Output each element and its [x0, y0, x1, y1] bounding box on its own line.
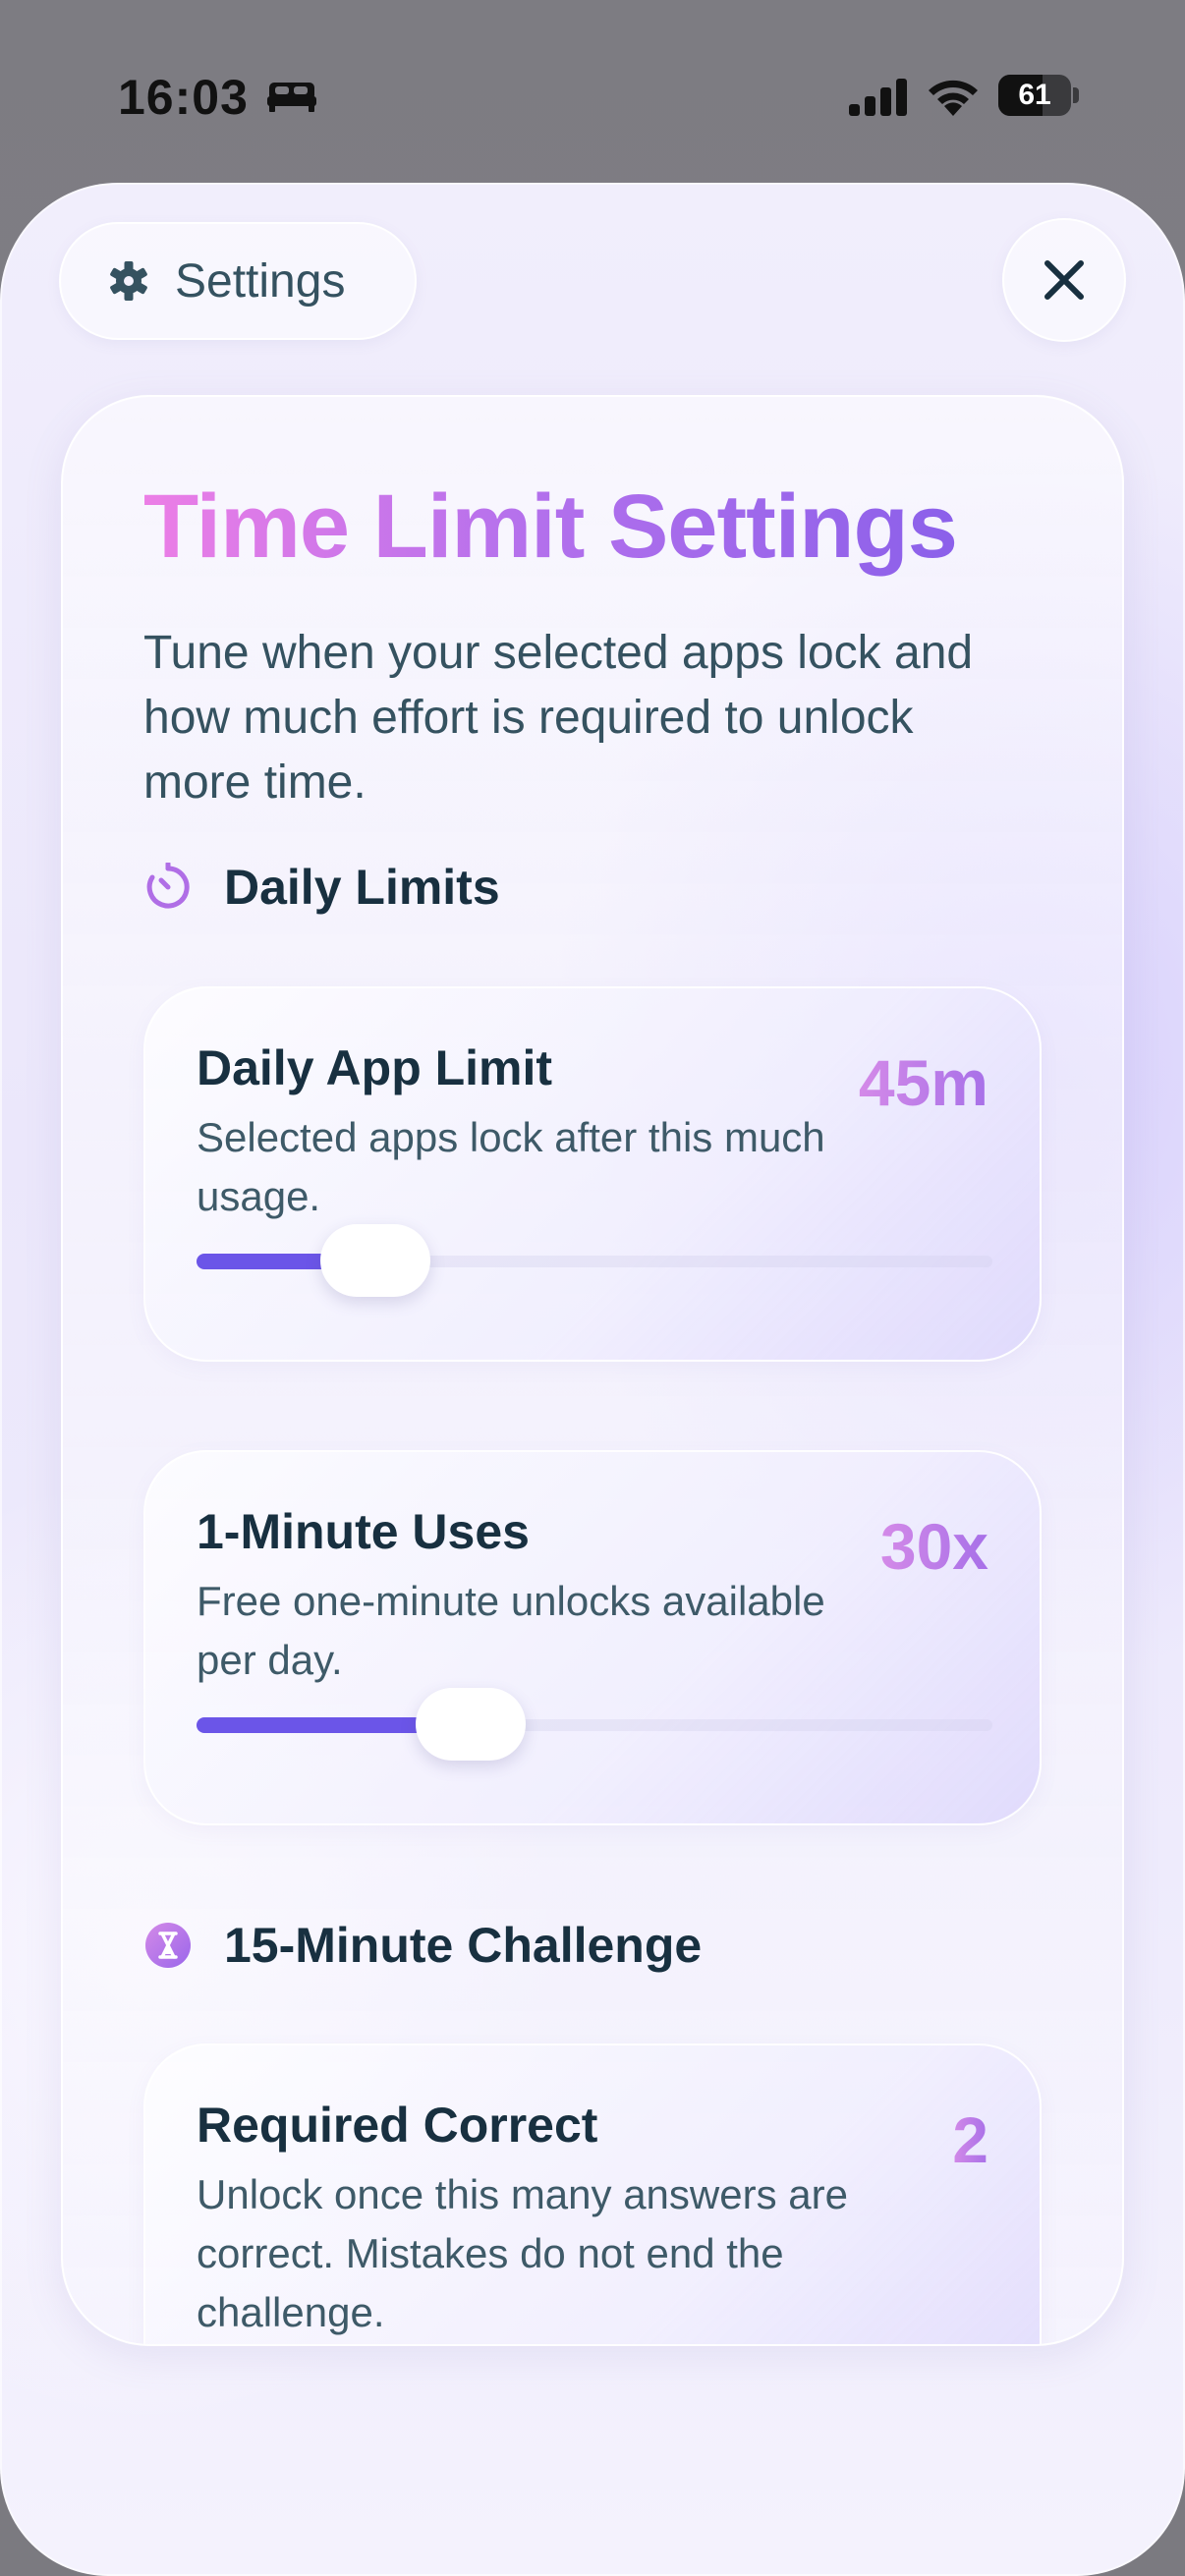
one-minute-uses-slider[interactable] [197, 1688, 992, 1761]
close-button[interactable] [1002, 218, 1126, 342]
setting-title: Daily App Limit [197, 1040, 553, 1095]
setting-card-required-correct: Required Correct Unlock once this many a… [143, 2044, 1042, 2344]
slider-fill [197, 1254, 328, 1269]
daily-app-limit-slider[interactable] [197, 1224, 992, 1297]
status-bar: 16:03 61 [0, 0, 1185, 187]
setting-description: Free one-minute unlocks available per da… [197, 1578, 825, 1683]
setting-value: 30x [879, 1510, 988, 1583]
battery-indicator: 61 [998, 75, 1079, 116]
bed-icon [267, 83, 316, 112]
section-title: 15-Minute Challenge [224, 1918, 703, 1973]
setting-value: 2 [952, 2103, 988, 2176]
setting-card-one-minute-uses: 1-Minute Uses Free one-minute unlocks av… [143, 1450, 1042, 1825]
page-subtitle: Tune when your selected apps lock and ho… [143, 627, 974, 809]
page-title: Time Limit Settings [143, 476, 958, 577]
section-title: Daily Limits [224, 860, 500, 915]
cellular-signal-icon [849, 79, 907, 116]
wifi-icon [929, 80, 978, 116]
section-daily-limits: Daily Limits [143, 859, 500, 916]
slider-fill [197, 1717, 423, 1733]
setting-description: Selected apps lock after this much usage… [197, 1114, 825, 1219]
setting-title: 1-Minute Uses [197, 1504, 530, 1559]
setting-value: 45m [858, 1046, 988, 1119]
hourglass-icon [145, 1923, 191, 1968]
settings-header-title: Settings [175, 254, 346, 308]
settings-header-pill: Settings [59, 222, 417, 340]
slider-thumb[interactable] [415, 1688, 526, 1761]
battery-level: 61 [1018, 79, 1051, 111]
status-time: 16:03 [118, 70, 249, 125]
gear-icon [110, 261, 147, 301]
time-limit-settings-card: Time Limit Settings Tune when your selec… [61, 395, 1124, 2346]
setting-title: Required Correct [197, 2098, 598, 2153]
section-fifteen-minute-challenge: 15-Minute Challenge [143, 1917, 702, 1974]
close-icon [1044, 260, 1084, 300]
setting-description: Unlock once this many answers are correc… [197, 2171, 848, 2335]
settings-sheet: Settings Time Limit Settings Tune when y… [0, 183, 1185, 2576]
slider-thumb[interactable] [319, 1224, 430, 1297]
timer-icon [146, 863, 190, 909]
setting-card-daily-app-limit: Daily App Limit Selected apps lock after… [143, 986, 1042, 1362]
